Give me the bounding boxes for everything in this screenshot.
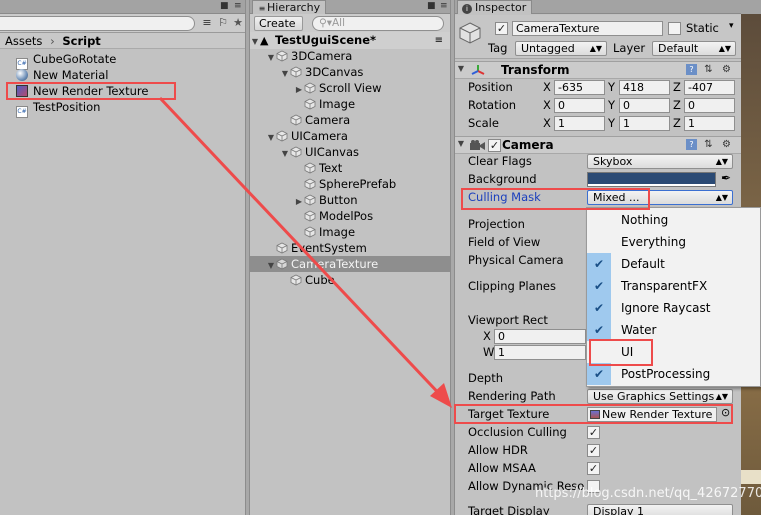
watermark-text: https://blog.csdn.net/qq_42672770 xyxy=(535,486,761,501)
annotation-arrow xyxy=(158,96,452,408)
